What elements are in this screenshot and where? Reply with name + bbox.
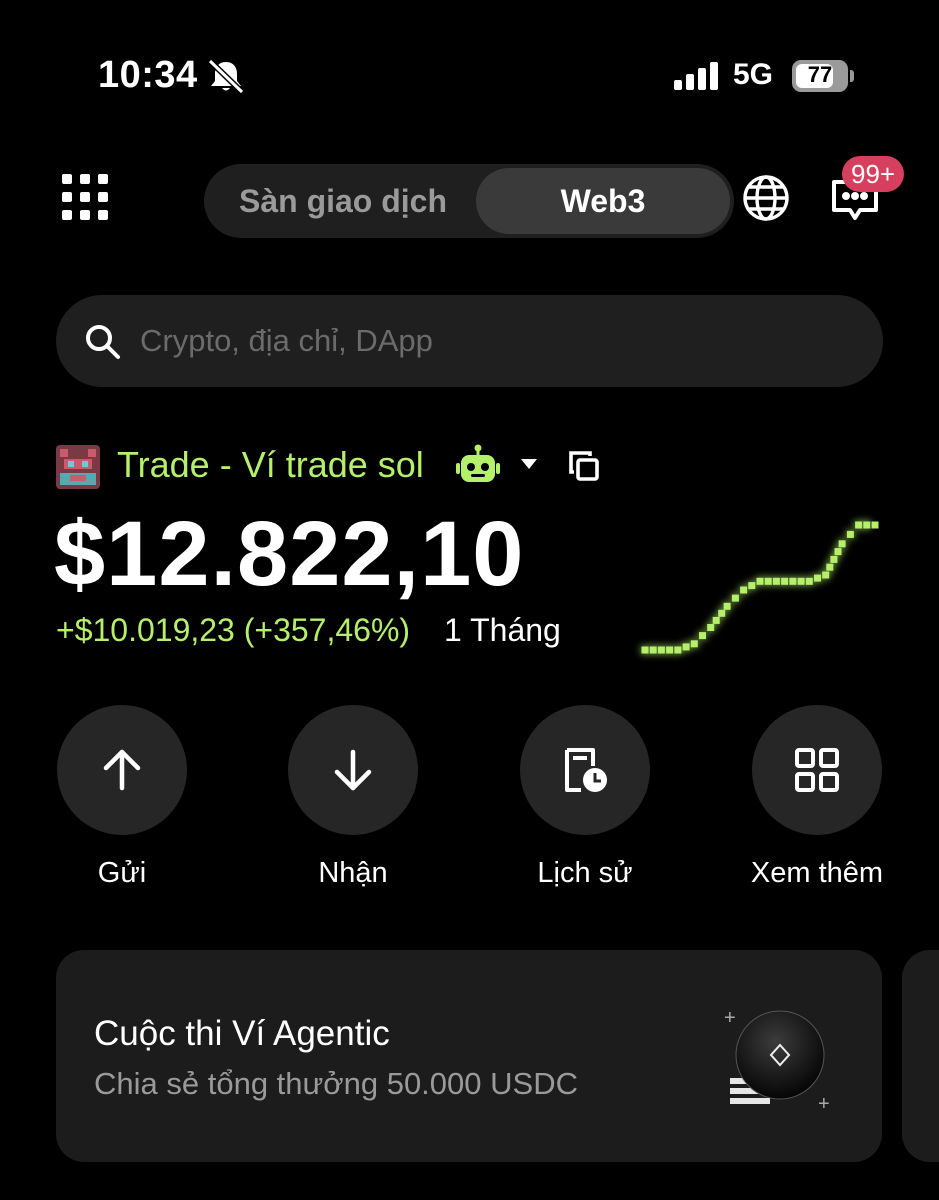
chevron-down-icon[interactable]: [518, 456, 540, 472]
sparkline-segment: [649, 646, 657, 654]
robot-icon: [456, 444, 500, 482]
tab-exchange[interactable]: Sàn giao dịch: [212, 168, 474, 234]
period-selector[interactable]: 1 Tháng: [444, 612, 561, 649]
wallet-pnl: +$10.019,23 (+357,46%): [56, 612, 411, 648]
sparkline-segment: [718, 609, 726, 617]
send-button-circle[interactable]: [57, 705, 187, 835]
svg-text:+: +: [818, 1093, 830, 1115]
history-button[interactable]: Lịch sử: [495, 705, 675, 905]
send-label: Gửi: [97, 857, 147, 889]
status-time: 10:34: [98, 54, 198, 96]
more-grid-icon: [795, 748, 839, 792]
network-type: 5G: [733, 58, 774, 91]
sparkline-segment: [789, 577, 797, 585]
arrow-up-icon: [103, 749, 141, 791]
promo-title: Cuộc thi Ví Agentic: [94, 1014, 390, 1053]
search-input[interactable]: [140, 315, 840, 367]
sparkline-segment: [699, 632, 706, 640]
more-button[interactable]: Xem thêm: [727, 705, 907, 905]
next-promo-card[interactable]: [902, 950, 939, 1162]
receive-button-circle[interactable]: [288, 705, 418, 835]
sparkline-segment: [723, 602, 731, 610]
battery-level: 77: [807, 62, 833, 87]
sparkline-segment: [838, 540, 846, 548]
globe-icon[interactable]: [742, 174, 790, 222]
wallet-name[interactable]: Trade - Ví trade sol: [117, 444, 424, 486]
bell-muted-icon: [207, 58, 245, 94]
sparkline-segment: [772, 577, 780, 585]
sparkline-segment: [740, 586, 748, 594]
sparkline-segment: [826, 563, 834, 571]
pnl-sparkline[interactable]: [630, 505, 900, 675]
sparkline-segment: [690, 640, 698, 648]
sparkline-segment: [748, 582, 756, 590]
tab-web3[interactable]: Web3: [476, 168, 730, 234]
sparkline-segment: [781, 577, 789, 585]
sparkline-segment: [834, 548, 842, 556]
sparkline-segment: [863, 521, 871, 529]
sparkline-segment: [822, 571, 830, 579]
sparkline-segment: [666, 646, 674, 654]
promo-orb-icon: + +: [724, 1007, 830, 1115]
sparkline-segment: [674, 646, 682, 654]
sparkline-segment: [797, 577, 805, 585]
wallet-balance: $12.822,10: [54, 503, 525, 605]
sparkline-segment: [846, 530, 854, 538]
history-icon: [565, 748, 607, 792]
sparkline-segment: [641, 646, 649, 654]
wallet-avatar-icon[interactable]: [56, 445, 100, 489]
sparkline-segment: [764, 577, 772, 585]
sparkline-segment: [805, 577, 813, 585]
history-button-circle[interactable]: [520, 705, 650, 835]
sparkline-segment: [855, 521, 863, 529]
send-button[interactable]: Gửi: [32, 705, 212, 905]
promo-card[interactable]: Cuộc thi Ví Agentic Chia sẻ tổng thưởng …: [56, 950, 882, 1162]
more-label: Xem thêm: [750, 857, 884, 889]
sparkline-segment: [707, 624, 715, 631]
arrow-down-icon: [334, 749, 372, 791]
sparkline-segment: [814, 574, 821, 582]
sparkline-segment: [682, 643, 690, 651]
mode-switch: Sàn giao dịch Web3: [204, 164, 734, 238]
sparkline-segment: [657, 646, 665, 654]
more-button-circle[interactable]: [752, 705, 882, 835]
search-bar[interactable]: [56, 295, 883, 387]
signal-icon: [674, 62, 718, 90]
sparkline-segment: [830, 555, 838, 563]
sparkline-segment: [756, 577, 764, 585]
receive-button[interactable]: Nhận: [263, 705, 443, 905]
copy-icon[interactable]: [566, 448, 602, 484]
sparkline-segment: [731, 594, 739, 602]
battery-indicator: 77: [792, 60, 854, 92]
sparkline-segment: [712, 616, 720, 624]
grid-menu-icon[interactable]: [62, 174, 108, 220]
receive-label: Nhận: [318, 857, 388, 889]
notification-badge: 99+: [842, 156, 905, 192]
sparkline-segment: [871, 521, 879, 529]
svg-text:+: +: [724, 1007, 736, 1029]
promo-subtitle: Chia sẻ tổng thưởng 50.000 USDC: [94, 1066, 578, 1101]
history-label: Lịch sử: [537, 857, 633, 889]
search-icon: [86, 325, 120, 359]
